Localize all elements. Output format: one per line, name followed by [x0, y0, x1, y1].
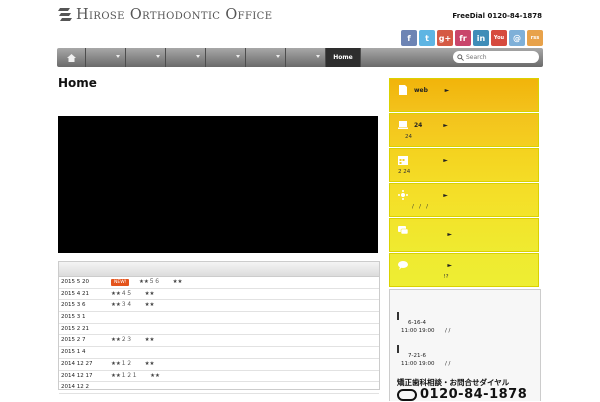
news-row[interactable]: 2015 3 6 ★★３４ ★★ [59, 300, 379, 313]
banner-label: ► [414, 192, 448, 199]
hours-1: 11:00 19:00 / / [401, 328, 451, 334]
hours-2: 11:00 19:00 / / [401, 361, 451, 367]
news-row[interactable]: 2014 12 27 ★★１２ ★★ [59, 359, 379, 371]
friendfeed-icon[interactable]: fr [455, 30, 471, 46]
banner-label: 24 ► [414, 122, 448, 129]
youtube-icon[interactable]: You [491, 30, 507, 46]
news-date: 2015 3 6 [61, 302, 86, 309]
calendar-icon [398, 156, 408, 165]
news-title[interactable]: ★★２３ ★★ [111, 335, 154, 346]
page-title: Home [58, 76, 97, 90]
news-date: 2015 4 21 [61, 290, 89, 297]
house-icon [66, 53, 76, 62]
news-row[interactable]: 2015 2 21 [59, 324, 379, 336]
banner-sublabel: !? [398, 274, 449, 280]
news-date: 2015 2 7 [61, 337, 86, 344]
news-title[interactable]: ★★１２１ ★★ [111, 371, 160, 382]
news-title[interactable]: ★★３４ ★★ [111, 300, 154, 311]
chevron-down-icon [116, 55, 120, 58]
banner-label: ► [414, 262, 453, 269]
nav-home-icon-button[interactable] [57, 48, 86, 67]
address-1: 6-16-4 [408, 320, 426, 326]
news-list: 2015 5 20 NEW! ★★５６ ★★ 2015 4 21 ★★４５ ★★… [58, 261, 380, 394]
marker-bar [397, 312, 399, 320]
banner-sublabel: 2 24 [398, 169, 411, 175]
logo-text: Hirose Orthodontic Office [76, 7, 273, 23]
chat-icon [398, 226, 408, 235]
banner-label: ► [414, 157, 448, 164]
search-box [453, 51, 539, 63]
nav-menu-5[interactable] [246, 48, 286, 67]
news-title[interactable]: ★★１２ ★★ [111, 359, 154, 370]
search-input[interactable] [466, 53, 530, 61]
chevron-down-icon [236, 55, 240, 58]
nav-menu-6[interactable] [286, 48, 326, 67]
nav-home[interactable]: Home [326, 48, 361, 67]
facebook-icon[interactable]: f [401, 30, 417, 46]
rss-icon[interactable]: rss [527, 30, 543, 46]
logo-mark-icon [58, 8, 72, 21]
google-plus-icon[interactable]: g+ [437, 30, 453, 46]
linkedin-icon[interactable]: in [473, 30, 489, 46]
banner-sublabel: 24 [405, 134, 412, 140]
laptop-icon [398, 121, 408, 129]
banner-info[interactable]: ► / / / [389, 183, 539, 217]
news-date: 2015 3 1 [61, 314, 86, 321]
news-date: 2014 12 27 [61, 360, 93, 367]
chevron-down-icon [276, 55, 280, 58]
free-dial-icon [397, 388, 417, 401]
sidebar: web ► 24 ► 24 ► 2 24 ► / / / ► ► !? [389, 78, 539, 288]
news-row[interactable]: 2015 3 1 [59, 312, 379, 324]
twitter-icon[interactable]: t [419, 30, 435, 46]
news-date: 2015 5 20 [61, 279, 89, 285]
video-player[interactable] [58, 116, 378, 253]
news-row[interactable]: 2015 4 21 ★★４５ ★★ [59, 289, 379, 301]
chevron-down-icon [196, 55, 200, 58]
new-badge: NEW! [111, 279, 130, 286]
banner-faq[interactable]: ► !? [389, 253, 539, 287]
sparkle-icon [398, 190, 408, 200]
news-row[interactable]: 2015 1 4 [59, 347, 379, 359]
news-list-header [59, 262, 379, 277]
banner-label: web ► [414, 87, 450, 94]
news-date: 2014 12 2 [61, 384, 89, 391]
search-icon[interactable] [457, 53, 464, 61]
marker-bar [397, 345, 399, 353]
speech-bubble-icon [398, 261, 408, 270]
chevron-down-icon [316, 55, 320, 58]
banner-consult[interactable]: ► [389, 218, 539, 252]
news-date: 2014 12 17 [61, 372, 93, 379]
news-row[interactable]: 2014 12 17 ★★１２１ ★★ [59, 371, 379, 383]
news-date: 2015 2 21 [61, 325, 89, 332]
news-title[interactable]: ★★５６ ★★ [139, 277, 182, 288]
nav-menu-2[interactable] [126, 48, 166, 67]
free-dial-number: FreeDial 0120-84-1878 [452, 12, 542, 20]
banner-web[interactable]: web ► [389, 78, 539, 112]
social-links: f t g+ fr in You @ rss [401, 30, 543, 46]
banner-calendar[interactable]: ► 2 24 [389, 148, 539, 182]
news-row[interactable]: 2015 2 7 ★★２３ ★★ [59, 335, 379, 348]
document-icon [399, 85, 407, 95]
chevron-down-icon [156, 55, 160, 58]
nav-menu-4[interactable] [206, 48, 246, 67]
nav-menu-1[interactable] [86, 48, 126, 67]
banner-24h[interactable]: 24 ► 24 [389, 113, 539, 147]
clinic-access-box: 6-16-4 11:00 19:00 / / 7-21-6 11:00 19:0… [389, 289, 541, 402]
main-nav: Home [57, 48, 543, 67]
site-logo[interactable]: Hirose Orthodontic Office [58, 6, 272, 24]
news-date: 2015 1 4 [61, 349, 86, 356]
news-row[interactable]: 2014 12 2 [59, 382, 379, 394]
news-row[interactable]: 2015 5 20 NEW! ★★５６ ★★ [59, 277, 379, 289]
address-2: 7-21-6 [408, 353, 426, 359]
nav-menu-3[interactable] [166, 48, 206, 67]
banner-label: ► [414, 231, 453, 238]
mail-icon[interactable]: @ [509, 30, 525, 46]
news-title[interactable]: ★★４５ ★★ [111, 289, 154, 300]
banner-sublabel: / / / [398, 204, 429, 210]
